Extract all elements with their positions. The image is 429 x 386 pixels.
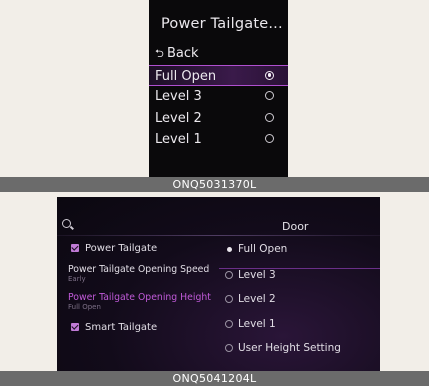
bottom-display-screen: Door Power Tailgate Power Tailgate Openi…: [57, 197, 380, 371]
option-level-1[interactable]: Level 1: [219, 318, 380, 343]
back-label: Back: [167, 46, 199, 61]
figure-caption-bottom: ONQ5041204L: [0, 371, 429, 386]
smart-tailgate-toggle[interactable]: Smart Tailgate: [71, 322, 211, 336]
return-arrow-icon: ⮌: [155, 47, 164, 60]
setting-label: Power Tailgate Opening Speed: [68, 264, 210, 275]
setting-label: Power Tailgate: [85, 243, 158, 254]
option-label: Level 1: [238, 317, 276, 330]
option-label: User Height Setting: [238, 342, 341, 354]
option-label: Level 2: [155, 110, 202, 126]
option-full-open[interactable]: Full Open: [149, 64, 288, 86]
figure-caption-top: ONQ5031370L: [0, 177, 429, 192]
radio-empty-icon: [225, 319, 233, 328]
option-level-3[interactable]: Level 3: [149, 86, 288, 108]
option-label: Level 2: [238, 293, 276, 305]
option-level-2[interactable]: Level 2: [219, 293, 380, 318]
radio-empty-icon: [225, 295, 233, 303]
setting-value: Full Open: [68, 303, 101, 311]
radio-empty-icon: [265, 112, 274, 122]
back-button[interactable]: ⮌ Back: [149, 43, 288, 65]
radio-selected-icon: [225, 245, 233, 253]
setting-value: Early: [68, 275, 86, 283]
screen-title: Power Tailgate...: [161, 16, 283, 32]
option-list: ⮌ Back Full Open Level 3 Level 2 Level 1: [149, 43, 288, 151]
search-icon[interactable]: [62, 219, 74, 231]
option-level-3[interactable]: Level 3: [219, 269, 380, 294]
radio-empty-icon: [225, 270, 233, 279]
header-divider: [57, 235, 380, 236]
option-level-1[interactable]: Level 1: [149, 129, 288, 151]
top-display-screen: Power Tailgate... ⮌ Back Full Open Level …: [149, 0, 288, 177]
option-user-height-setting[interactable]: User Height Setting: [219, 342, 380, 367]
height-option-list: Full Open Level 3 Level 2 Level 1 User H…: [219, 243, 380, 367]
opening-height-item[interactable]: Power Tailgate Opening Height Full Open: [64, 292, 214, 314]
radio-empty-icon: [225, 344, 233, 352]
option-label: Full Open: [155, 68, 217, 84]
setting-label: Smart Tailgate: [85, 322, 158, 333]
option-label: Level 3: [155, 89, 202, 104]
radio-empty-icon: [265, 134, 274, 143]
option-label: Full Open: [238, 243, 288, 255]
radio-empty-icon: [265, 91, 274, 100]
option-full-open[interactable]: Full Open: [219, 243, 380, 269]
checkbox-checked-icon[interactable]: [71, 244, 79, 252]
checkbox-checked-icon[interactable]: [71, 323, 79, 331]
option-label: Level 3: [238, 268, 276, 281]
power-tailgate-toggle[interactable]: Power Tailgate: [71, 243, 211, 257]
option-level-2[interactable]: Level 2: [149, 108, 288, 130]
opening-speed-item[interactable]: Power Tailgate Opening Speed Early: [64, 264, 214, 286]
setting-label: Power Tailgate Opening Height: [68, 292, 211, 303]
radio-selected-icon: [265, 70, 274, 80]
screen-title: Door: [282, 220, 309, 233]
option-label: Level 1: [155, 132, 202, 147]
